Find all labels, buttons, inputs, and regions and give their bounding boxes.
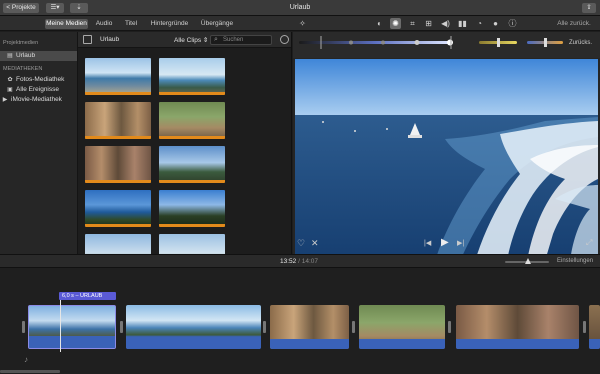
film-icon: ▤	[7, 53, 13, 59]
sidebar-item-urlaub[interactable]: ▤ Urlaub	[0, 51, 77, 61]
color-correction-icon[interactable]: ✺	[390, 18, 401, 29]
noise-reduction-icon[interactable]: ●	[490, 18, 501, 29]
clip-trim-handle[interactable]	[22, 321, 25, 333]
tab-audio[interactable]: Audio	[93, 19, 115, 29]
clip-filter-select[interactable]: Alle Clips ⇕	[174, 36, 208, 44]
tab-uebergaenge[interactable]: Übergänge	[198, 19, 236, 29]
clip-trim-handle[interactable]	[120, 321, 123, 333]
settings-gear-icon[interactable]	[280, 35, 289, 44]
color-adjustment-bar: Zurücks.	[293, 32, 600, 58]
current-time: 13:52	[280, 258, 297, 265]
sidebar-item-fotos-mediathek[interactable]: ✿ Fotos-Mediathek	[0, 75, 77, 85]
sidebar-item-alle-ereignisse[interactable]: ▣ Alle Ereignisse	[0, 85, 77, 95]
media-thumbnail[interactable]	[85, 102, 151, 139]
photos-icon: ✿	[7, 77, 13, 83]
share-icon[interactable]: ⇪	[582, 3, 596, 13]
search-input[interactable]: ⌕ Suchen	[210, 35, 272, 45]
time-separator: /	[298, 258, 300, 265]
media-thumbnail[interactable]	[85, 146, 151, 183]
title-bar: < Projekte ☰▾ ⇣ Urlaub ⇪	[0, 0, 600, 16]
sidebar-item-label: Fotos-Mediathek	[16, 76, 65, 83]
sidebar-item-label: iMovie-Mediathek	[11, 96, 62, 103]
search-placeholder: Suchen	[223, 37, 244, 43]
disclosure-triangle-icon[interactable]: ▶	[1, 95, 9, 105]
events-icon: ▣	[7, 87, 13, 93]
chevron-updown-icon: ⇕	[202, 37, 209, 44]
ocean-boat-frame	[295, 59, 598, 261]
media-thumbnail[interactable]	[159, 146, 225, 183]
clip-duration-label: 6,0 s – URLAUB	[59, 292, 116, 300]
libraries-heading: MEDIATHEKEN	[3, 66, 43, 72]
media-thumbnail[interactable]	[159, 190, 225, 227]
music-note-icon: ♪	[24, 355, 28, 364]
zoom-slider-thumb[interactable]	[525, 258, 531, 264]
timeline-clip[interactable]	[589, 305, 600, 349]
media-thumbnail[interactable]	[159, 102, 225, 139]
sidebar-item-label: Urlaub	[16, 52, 36, 59]
search-icon: ⌕	[214, 36, 218, 43]
timecode: 13:52 / 14:07	[280, 258, 318, 265]
skip-back-icon[interactable]: |◀	[424, 239, 431, 247]
total-time: 14:07	[301, 258, 318, 265]
equalizer-icon[interactable]: ▮▮	[457, 18, 468, 29]
timeline-clip[interactable]	[28, 305, 116, 349]
tab-hintergruende[interactable]: Hintergründe	[147, 19, 192, 29]
color-sliders[interactable]	[293, 32, 600, 58]
reset-button[interactable]: Zurücks.	[569, 40, 592, 46]
reject-x-icon[interactable]: ✕	[311, 238, 319, 249]
video-preview[interactable]	[295, 59, 598, 261]
favorite-heart-icon[interactable]: ♡	[297, 238, 305, 249]
media-thumbnail[interactable]	[159, 234, 225, 254]
media-thumbnail[interactable]	[85, 190, 151, 227]
playhead[interactable]	[60, 300, 61, 352]
media-thumbnail[interactable]	[85, 234, 151, 254]
timeline-header: 13:52 / 14:07 Einstellungen	[0, 254, 600, 268]
download-icon[interactable]: ⇣	[70, 3, 88, 13]
sidebar-item-label: Alle Ereignisse	[16, 86, 59, 93]
crop-icon[interactable]: ⌗	[407, 18, 418, 29]
timeline-clip[interactable]	[270, 305, 349, 349]
browser-title: Urlaub	[100, 36, 120, 43]
tab-titel[interactable]: Titel	[121, 19, 141, 29]
timeline-clip[interactable]	[126, 305, 261, 349]
tab-row: Meine Medien Audio Titel Hintergründe Üb…	[0, 16, 600, 31]
timeline-clip[interactable]	[359, 305, 445, 349]
info-icon[interactable]: ⓘ	[507, 18, 518, 29]
speed-icon[interactable]: ◔	[474, 18, 485, 29]
fullscreen-icon[interactable]: ⤢	[586, 238, 592, 248]
media-browser: Urlaub Alle Clips ⇕ ⌕ Suchen	[78, 32, 292, 254]
play-icon[interactable]: ▶	[441, 237, 449, 248]
clip-trim-handle[interactable]	[448, 321, 451, 333]
clip-trim-handle[interactable]	[352, 321, 355, 333]
library-sidebar: Projektmedien ▤ Urlaub MEDIATHEKEN ✿ Fotos…	[0, 32, 78, 254]
clip-filter-label: Alle Clips	[174, 37, 202, 44]
stabilization-icon[interactable]: ⊞	[423, 18, 434, 29]
library-list-icon[interactable]: ☰▾	[46, 3, 64, 13]
timeline-clip[interactable]	[456, 305, 579, 349]
back-to-projects-button[interactable]: < Projekte	[3, 3, 39, 13]
skip-forward-icon[interactable]: ▶|	[457, 239, 464, 247]
timeline-scrollbar[interactable]	[0, 370, 60, 373]
clip-trim-handle[interactable]	[583, 321, 586, 333]
project-media-heading: Projektmedien	[3, 40, 39, 46]
volume-icon[interactable]: ◀)	[440, 18, 451, 29]
timeline-settings-button[interactable]: Einstellungen	[557, 258, 593, 264]
media-thumbnail[interactable]	[85, 58, 151, 95]
zoom-slider[interactable]	[505, 258, 549, 264]
viewer-panel: Zurücks. ♡ ✕ |◀ ▶ ▶| ⤢	[293, 32, 600, 261]
media-thumbnail[interactable]	[159, 58, 225, 95]
browser-toolbar: Urlaub Alle Clips ⇕ ⌕ Suchen	[78, 32, 291, 48]
color-balance-icon[interactable]: ◐	[374, 18, 385, 29]
sidebar-toggle-icon[interactable]	[83, 35, 92, 44]
magic-wand-icon[interactable]: ✧	[297, 18, 308, 29]
sidebar-item-imovie-mediathek[interactable]: ▶ iMovie-Mediathek	[0, 95, 77, 105]
window-title: Urlaub	[289, 4, 311, 11]
tab-meine-medien[interactable]: Meine Medien	[45, 19, 88, 29]
reset-all-button[interactable]: Alle zurück.	[552, 19, 596, 29]
clip-trim-handle[interactable]	[263, 321, 266, 333]
